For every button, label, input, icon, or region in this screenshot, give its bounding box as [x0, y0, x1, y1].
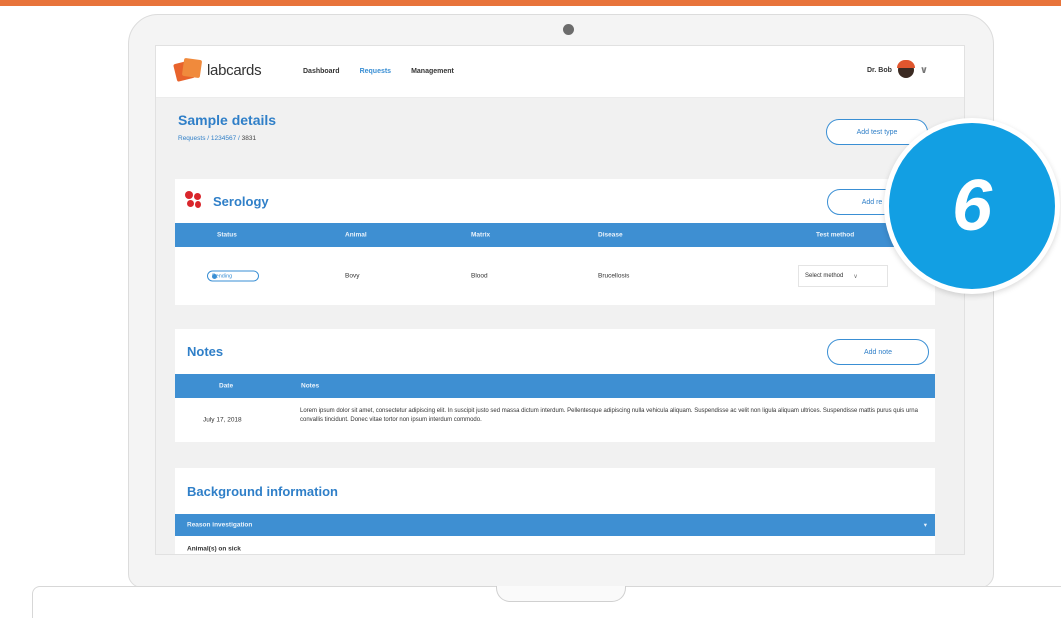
- col-test-method: Test method: [816, 231, 855, 239]
- background-title: Background information: [187, 484, 338, 499]
- col-animal: Animal: [345, 231, 367, 239]
- cell-disease: Brucellosis: [598, 272, 630, 280]
- nav-dashboard[interactable]: Dashboard: [303, 68, 340, 75]
- cell-animal: Bovy: [345, 272, 360, 280]
- top-navbar: labcards Dashboard Requests Management D…: [156, 46, 964, 98]
- labcards-logo-icon: [173, 57, 203, 82]
- breadcrumb-current: 3831: [241, 135, 257, 142]
- chevron-down-icon: ∨: [919, 64, 928, 76]
- reason-investigation-accordion[interactable]: Reason investigation ▾: [175, 514, 935, 536]
- table-row: July 17, 2018 Lorem ipsum dolor sit amet…: [175, 398, 935, 442]
- serology-title: Serology: [213, 194, 269, 209]
- breadcrumb-path[interactable]: Requests / 1234567 /: [178, 135, 242, 142]
- col-notes: Notes: [301, 382, 320, 390]
- serology-card: Serology Add re Status Animal Matrix Dis…: [175, 179, 935, 305]
- logo-text: labcards: [207, 61, 262, 79]
- background-card: Background information Reason investigat…: [175, 468, 935, 554]
- step-number-badge: 6: [884, 118, 1060, 294]
- brand-logo[interactable]: labcards: [173, 57, 262, 82]
- blood-drops-icon: [185, 191, 203, 209]
- cell-note-text: Lorem ipsum dolor sit amet, consectetur …: [300, 408, 918, 423]
- cell-date: July 17, 2018: [203, 416, 242, 424]
- notes-card: Notes Add note Date Notes July 17, 2018 …: [175, 329, 935, 442]
- top-accent-strip: [0, 0, 1061, 6]
- page-title: Sample details: [178, 112, 277, 128]
- accordion-label: Reason investigation: [187, 521, 253, 529]
- col-disease: Disease: [598, 231, 623, 239]
- main-nav: Dashboard Requests Management: [303, 68, 454, 75]
- list-item: Animal(s) on sick: [175, 542, 935, 554]
- user-name: Dr. Bob: [866, 66, 892, 74]
- breadcrumb: Requests / 1234567 / 3831: [178, 135, 256, 142]
- test-method-select[interactable]: Select method ∨: [798, 265, 888, 287]
- col-date: Date: [219, 382, 234, 390]
- col-matrix: Matrix: [471, 231, 491, 239]
- table-row: Pending Bovy Blood Brucellosis Select me…: [175, 247, 935, 305]
- chevron-down-icon: ∨: [853, 273, 858, 280]
- status-dot-icon: [212, 273, 217, 279]
- camera-icon: [563, 24, 574, 35]
- avatar: [896, 60, 915, 78]
- notes-table-header: Date Notes: [175, 374, 935, 398]
- status-badge: Pending: [207, 270, 259, 282]
- nav-requests[interactable]: Requests: [360, 68, 392, 75]
- cell-matrix: Blood: [471, 272, 488, 280]
- notes-title: Notes: [187, 344, 224, 359]
- col-status: Status: [217, 231, 237, 239]
- animals-sick-label: Animal(s) on sick: [187, 545, 241, 553]
- add-note-button[interactable]: Add note: [827, 339, 929, 365]
- nav-management[interactable]: Management: [411, 68, 454, 75]
- serology-table-header: Status Animal Matrix Disease Test method: [175, 223, 935, 247]
- user-menu[interactable]: Dr. Bob ∨: [866, 60, 928, 78]
- laptop-hinge: [496, 586, 626, 602]
- app-screen: labcards Dashboard Requests Management D…: [155, 45, 965, 555]
- chevron-down-icon: ▾: [923, 522, 927, 529]
